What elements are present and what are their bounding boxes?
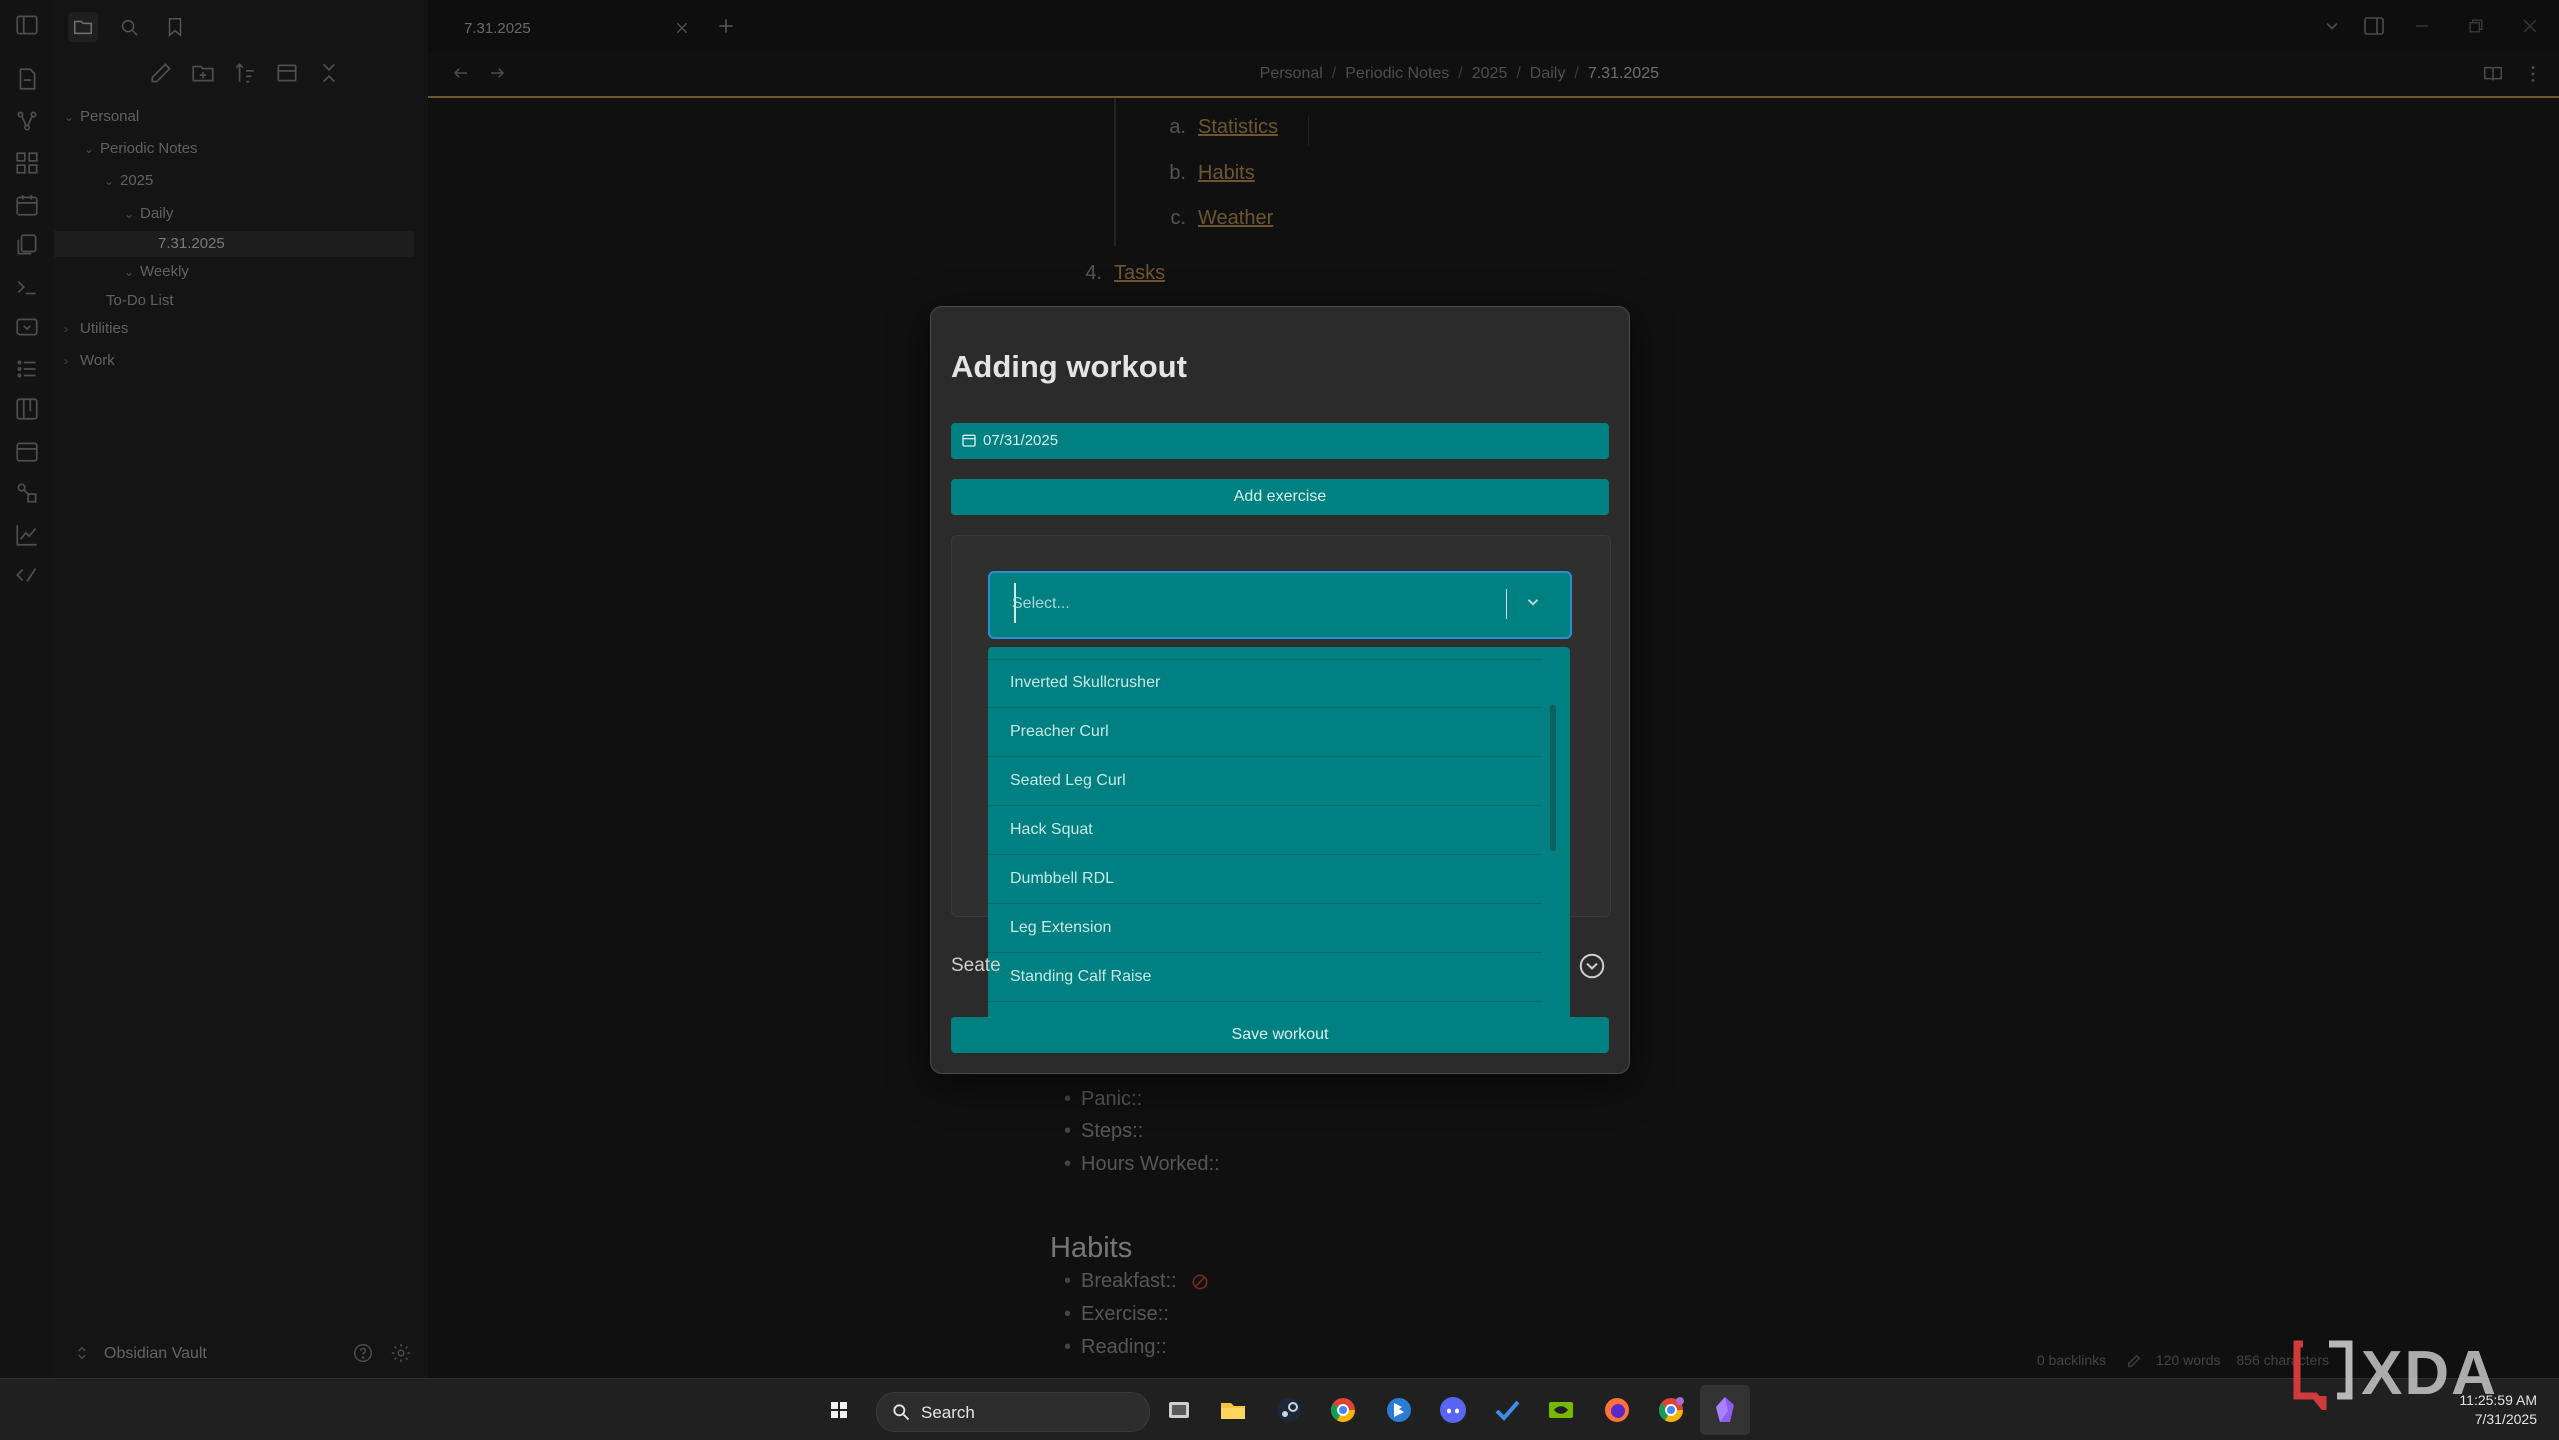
option-label: Hack Squat xyxy=(1010,821,1093,838)
select-placeholder: Select... xyxy=(1012,595,1070,612)
option-label: Preacher Curl xyxy=(1010,723,1109,740)
start-icon[interactable] xyxy=(822,1393,856,1427)
bing-assistant-icon[interactable] xyxy=(1382,1393,1416,1427)
dropdown-option[interactable]: Seated Leg Curl xyxy=(988,757,1542,806)
exercise-section-label: Seate xyxy=(951,955,1001,976)
text-caret xyxy=(1014,583,1016,623)
obsidian-icon[interactable] xyxy=(1708,1393,1742,1427)
exercise-select[interactable]: Select... xyxy=(988,571,1572,639)
xda-watermark: XDA xyxy=(2293,1332,2537,1410)
search-icon xyxy=(893,1404,910,1421)
nvidia-icon[interactable] xyxy=(1544,1393,1578,1427)
dropdown-option[interactable]: Hack Squat xyxy=(988,806,1542,855)
file-explorer-icon[interactable] xyxy=(1216,1393,1250,1427)
modal-title: Adding workout xyxy=(951,349,1187,384)
search-label: Search xyxy=(921,1403,975,1422)
option-label: Dumbbell RDL xyxy=(1010,870,1115,887)
dropdown-option[interactable]: Leg Extension xyxy=(988,904,1542,953)
date-value: 07/31/2025 xyxy=(983,432,1059,449)
clock-date: 7/31/2025 xyxy=(2474,1411,2537,1427)
save-workout-button[interactable]: Save workout xyxy=(951,1017,1609,1053)
dropdown-option[interactable]: Dumbbell RDL xyxy=(988,855,1542,904)
taskbar-search[interactable]: Search xyxy=(876,1392,1150,1432)
calendar-icon[interactable] xyxy=(961,432,977,448)
chrome-profile-icon[interactable] xyxy=(1654,1393,1688,1427)
date-input[interactable]: 07/31/2025 xyxy=(951,423,1609,459)
steam-icon[interactable] xyxy=(1272,1393,1306,1427)
xda-bracket-logo xyxy=(2293,1340,2353,1410)
task-view-icon[interactable] xyxy=(1162,1393,1196,1427)
chrome-icon[interactable] xyxy=(1326,1393,1360,1427)
firefox-icon[interactable] xyxy=(1600,1393,1634,1427)
chevron-circle-icon[interactable] xyxy=(1577,951,1607,981)
dropdown-option[interactable]: Inverted Skullcrusher xyxy=(988,659,1542,708)
option-label: Leg Extension xyxy=(1010,919,1112,936)
add-exercise-button[interactable]: Add exercise xyxy=(951,479,1609,515)
dropdown-scrollbar[interactable] xyxy=(1550,705,1556,851)
option-label: Standing Calf Raise xyxy=(1010,968,1152,985)
chevron-down-icon[interactable] xyxy=(1524,593,1542,611)
option-label: Seated Leg Curl xyxy=(1010,772,1126,789)
todo-checkmark-icon[interactable] xyxy=(1490,1393,1524,1427)
discord-icon[interactable] xyxy=(1436,1393,1470,1427)
option-label: Inverted Skullcrusher xyxy=(1010,674,1161,691)
dropdown-option[interactable]: Preacher Curl xyxy=(988,708,1542,757)
adding-workout-modal: Adding workout 07/31/2025 Add exercise S… xyxy=(930,306,1630,1074)
dropdown-option[interactable]: Standing Calf Raise xyxy=(988,953,1542,1002)
xda-text: XDA xyxy=(2361,1339,2498,1408)
windows-taskbar: Search 11:25:59 AM 7/31/2025 xyxy=(0,1378,2559,1440)
select-divider xyxy=(1506,589,1507,619)
exercise-dropdown-menu[interactable]: Inverted Skullcrusher Preacher Curl Seat… xyxy=(988,647,1570,1033)
